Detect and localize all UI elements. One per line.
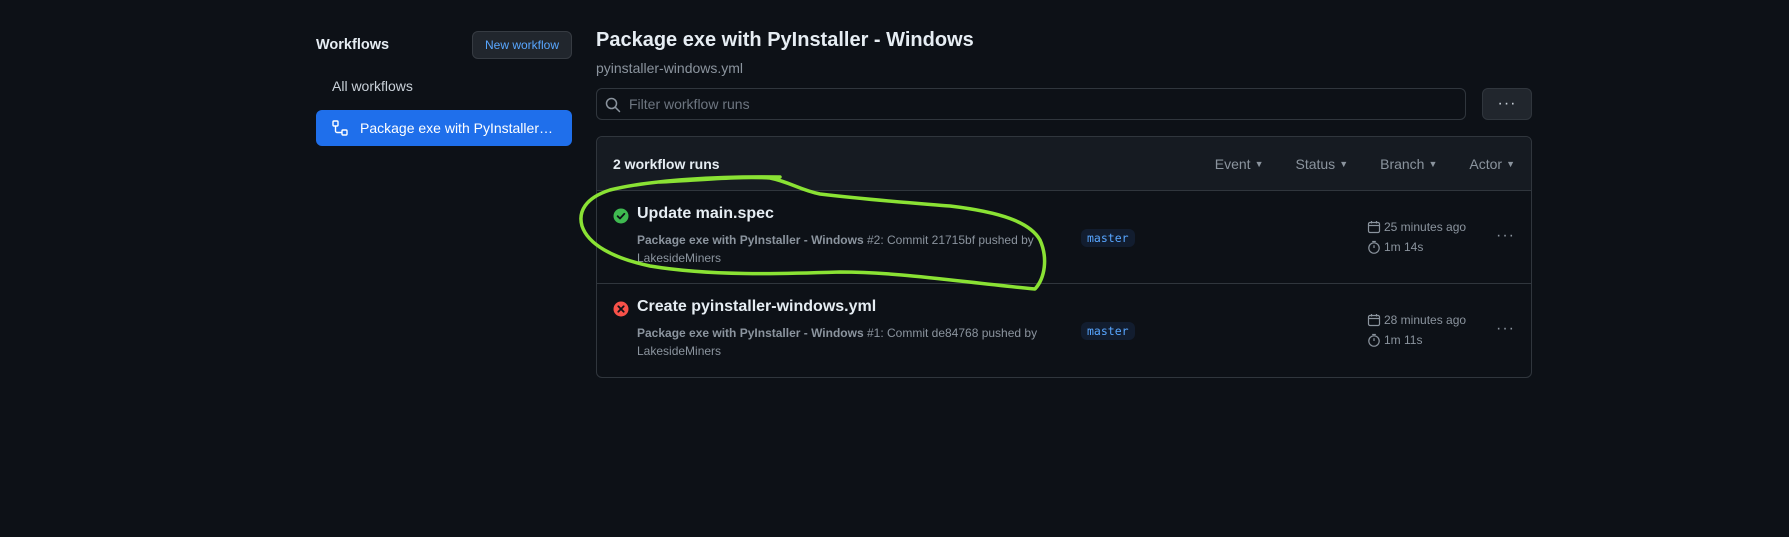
main-content: Package exe with PyInstaller - Windows p… — [596, 26, 1532, 378]
page-title: Package exe with PyInstaller - Windows — [596, 29, 974, 51]
run-time: 28 minutes ago 1m 11s — [1367, 310, 1466, 350]
runs-header: 2 workflow runs Event ▼ Status ▼ Branch ▼ A… — [597, 137, 1531, 191]
run-title[interactable]: Update main.spec — [637, 205, 774, 223]
run-workflow-name: Package exe with PyInstaller - Windows — [637, 233, 864, 247]
filter-box — [596, 88, 1466, 120]
new-workflow-button[interactable]: New workflow — [471, 31, 572, 59]
branch-tag[interactable]: master — [1081, 322, 1135, 340]
caret-down-icon: ▼ — [1428, 158, 1438, 169]
event-filter-label: Event — [1214, 155, 1251, 172]
workflow-icon — [332, 120, 348, 136]
run-meta: Package exe with PyInstaller - Windows #… — [637, 231, 1047, 267]
actor-filter-label: Actor — [1469, 155, 1503, 172]
caret-down-icon: ▼ — [1339, 158, 1349, 169]
run-time: 25 minutes ago 1m 14s — [1367, 217, 1466, 257]
workflow-runs-list: 2 workflow runs Event ▼ Status ▼ Branch ▼ A… — [596, 136, 1532, 378]
run-workflow-name: Package exe with PyInstaller - Windows — [637, 326, 864, 340]
actor-filter[interactable]: Actor ▼ — [1469, 156, 1515, 172]
run-title[interactable]: Create pyinstaller-windows.yml — [637, 298, 876, 316]
stopwatch-icon — [1367, 240, 1381, 254]
calendar-icon — [1367, 220, 1381, 234]
filter-runs-input[interactable] — [597, 89, 1465, 119]
branch-filter[interactable]: Branch ▼ — [1380, 156, 1437, 172]
search-icon — [605, 97, 621, 113]
run-duration: 1m 11s — [1384, 333, 1423, 347]
run-row[interactable]: Update main.spec Package exe with PyInst… — [597, 191, 1531, 284]
run-timestamp: 28 minutes ago — [1384, 313, 1467, 327]
sidebar-header: Workflows New workflow — [316, 30, 572, 60]
sidebar-item-label: All workflows — [332, 78, 413, 94]
sidebar-item-all-workflows[interactable]: All workflows — [316, 68, 572, 104]
caret-down-icon: ▼ — [1254, 158, 1264, 169]
calendar-icon — [1367, 313, 1381, 327]
status-filter-label: Status — [1295, 155, 1336, 172]
run-timestamp: 25 minutes ago — [1384, 220, 1467, 234]
sidebar-item-label: Package exe with PyInstaller - Windows — [360, 120, 556, 136]
sidebar: Workflows New workflow All workflows Pac… — [316, 30, 572, 146]
x-circle-icon — [613, 301, 629, 317]
run-row[interactable]: Create pyinstaller-windows.yml Package e… — [597, 284, 1531, 377]
kebab-icon: ··· — [1497, 95, 1517, 112]
run-meta: Package exe with PyInstaller - Windows #… — [637, 324, 1047, 360]
check-circle-icon — [613, 208, 629, 224]
filter-row: ··· — [596, 88, 1532, 120]
caret-down-icon: ▼ — [1506, 158, 1515, 169]
kebab-icon[interactable]: ··· — [1496, 320, 1515, 338]
branch-tag[interactable]: master — [1081, 229, 1135, 247]
kebab-icon[interactable]: ··· — [1496, 227, 1515, 245]
more-options-button[interactable]: ··· — [1482, 88, 1532, 120]
sidebar-title: Workflows — [316, 37, 390, 53]
branch-filter-label: Branch — [1380, 155, 1425, 172]
run-duration: 1m 14s — [1384, 240, 1424, 254]
page: Workflows New workflow All workflows Pac… — [0, 0, 1789, 537]
stopwatch-icon — [1367, 333, 1381, 347]
sidebar-item-package-exe[interactable]: Package exe with PyInstaller - Windows — [316, 110, 572, 146]
status-filter[interactable]: Status ▼ — [1295, 156, 1348, 172]
workflow-file-link[interactable]: pyinstaller-windows.yml — [596, 60, 1532, 76]
run-filters: Event ▼ Status ▼ Branch ▼ Actor ▼ — [1215, 156, 1515, 172]
event-filter[interactable]: Event ▼ — [1215, 156, 1264, 172]
runs-count: 2 workflow runs — [613, 155, 720, 172]
